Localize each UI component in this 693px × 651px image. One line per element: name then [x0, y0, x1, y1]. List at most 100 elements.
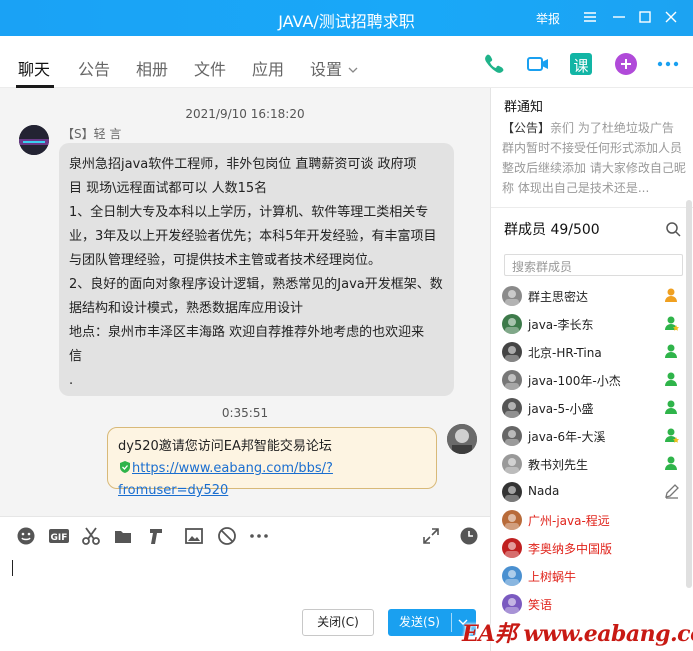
invite-link[interactable]: https://www.eabang.com/bbs/?fromuser=dy5…	[118, 461, 333, 498]
member-item[interactable]: 李奥纳多中国版	[502, 536, 692, 562]
minimize-icon[interactable]	[608, 6, 630, 28]
member-avatar[interactable]	[502, 538, 522, 558]
admin-badge-icon	[665, 428, 679, 443]
more-tools-icon[interactable]	[249, 526, 269, 546]
message-timestamp: 0:35:51	[221, 406, 269, 420]
member-name: 笑语	[528, 598, 553, 612]
lesson-icon[interactable]: 课	[570, 53, 592, 75]
message-line: 目 现场\远程面试都可以 人数15名	[69, 181, 268, 196]
scrollbar[interactable]	[686, 200, 692, 588]
member-name: 上树蜗牛	[528, 570, 577, 584]
member-item[interactable]: 教书刘先生	[502, 452, 692, 478]
tab-chat[interactable]: 聊天	[18, 56, 50, 80]
more-icon[interactable]	[655, 51, 681, 77]
maximize-icon[interactable]	[634, 6, 656, 28]
input-toolbar: GIF	[0, 516, 490, 556]
member-item[interactable]: java-100年-小杰	[502, 368, 692, 394]
avatar[interactable]	[19, 125, 49, 155]
member-item[interactable]: 上树蜗牛	[502, 564, 692, 590]
member-avatar[interactable]	[502, 314, 522, 334]
member-name: 广州-java-程远	[528, 514, 610, 528]
sender-name: 【S】轻 言	[62, 127, 122, 141]
send-button-label: 发送(S)	[399, 615, 440, 629]
member-item[interactable]: 北京-HR-Tina	[502, 340, 692, 366]
report-button[interactable]: 举报	[536, 10, 560, 27]
video-icon[interactable]	[525, 51, 551, 77]
message-line: 泉州急招java软件工程师，非外包岗位 直聘薪资可谈 政府项	[69, 157, 417, 172]
member-name: java-李长东	[528, 318, 594, 332]
text-caret	[12, 560, 13, 576]
member-avatar[interactable]	[502, 370, 522, 390]
member-name: Nada	[528, 484, 560, 498]
tab-settings[interactable]: 设置	[310, 56, 359, 80]
group-notice-body[interactable]: 【公告】亲们 为了杜绝垃圾广告 群内暂时不接受任何形式添加人员 整改后继续添加 …	[502, 118, 687, 198]
shield-icon	[120, 461, 130, 473]
tab-bar: 聊天 公告 相册 文件 应用 设置 课	[0, 36, 693, 88]
message-line: 信	[69, 349, 83, 364]
message-input[interactable]: 关闭(C) 发送(S)	[0, 556, 490, 651]
owner-badge-icon	[665, 288, 677, 302]
member-avatar[interactable]	[502, 286, 522, 306]
tab-apps[interactable]: 应用	[252, 56, 284, 80]
watermark: EA邦 www.eabang.com	[462, 621, 693, 647]
member-item[interactable]: java-6年-大溪	[502, 424, 692, 450]
tab-album[interactable]: 相册	[136, 56, 168, 80]
image-icon[interactable]	[184, 526, 204, 546]
members-title: 群成员 49/500	[504, 222, 600, 238]
message-line: 业，3年及以上开发经验者优先；本科5年开发经验，有丰富项目	[69, 229, 437, 244]
message-line: 地点：泉州市丰泽区丰海路 欢迎自荐推荐外地考虑的也欢迎来	[69, 325, 425, 340]
scissors-icon[interactable]	[81, 526, 101, 546]
music-icon[interactable]	[146, 526, 166, 546]
member-name: java-6年-大溪	[528, 430, 606, 444]
member-avatar[interactable]	[502, 482, 522, 502]
divider	[491, 207, 693, 208]
self-message-bubble: dy520邀请您访问EA邦智能交易论坛 https://www.eabang.c…	[107, 427, 437, 498]
member-item[interactable]: 广州-java-程远	[502, 508, 692, 534]
member-avatar[interactable]	[502, 398, 522, 418]
member-name: 群主思密达	[528, 290, 589, 304]
message-line: 据结构和设计模式，熟悉数据库应用设计	[69, 301, 304, 316]
member-avatar[interactable]	[502, 594, 522, 614]
close-button[interactable]: 关闭(C)	[302, 609, 374, 636]
self-avatar[interactable]	[447, 424, 477, 454]
block-icon[interactable]	[217, 526, 237, 546]
member-item[interactable]: Nada	[502, 480, 692, 506]
group-notice-title: 群通知	[504, 100, 544, 115]
message-timestamp: 2021/9/10 16:18:20	[185, 107, 305, 121]
close-icon[interactable]	[660, 6, 682, 28]
gif-icon[interactable]: GIF	[48, 526, 70, 546]
emoji-icon[interactable]	[16, 526, 36, 546]
avatar-image	[447, 424, 477, 454]
chat-history[interactable]: 2021/9/10 16:18:20 【S】轻 言 泉州急招java软件工程师，…	[0, 88, 490, 516]
member-name: 李奥纳多中国版	[528, 542, 613, 556]
send-divider	[451, 613, 452, 632]
member-avatar[interactable]	[502, 342, 522, 362]
search-icon[interactable]	[665, 221, 681, 237]
chevron-down-icon	[348, 67, 358, 73]
add-icon[interactable]	[613, 51, 639, 77]
member-avatar[interactable]	[502, 566, 522, 586]
tab-announcement[interactable]: 公告	[78, 56, 110, 80]
svg-text:GIF: GIF	[51, 533, 68, 543]
member-item[interactable]: 群主思密达	[502, 284, 692, 310]
member-item[interactable]: 笑语	[502, 592, 692, 618]
member-search-input[interactable]: 搜索群成员	[504, 254, 683, 276]
member-item[interactable]: java-5-小盛	[502, 396, 692, 422]
message-line: 与团队管理经验，可提供技术主管或者技术经理岗位。	[69, 253, 382, 268]
avatar-image	[19, 125, 49, 155]
member-badge-icon	[665, 344, 677, 358]
message-line: 1、全日制大专及本科以上学历，计算机、软件等理工类相关专	[69, 205, 429, 220]
expand-icon[interactable]	[421, 526, 441, 546]
member-avatar[interactable]	[502, 510, 522, 530]
member-badge-icon	[665, 372, 677, 386]
message-bubble: 泉州急招java软件工程师，非外包岗位 直聘薪资可谈 政府项 目 现场\远程面试…	[59, 143, 454, 396]
tab-files[interactable]: 文件	[194, 56, 226, 80]
member-item[interactable]: java-李长东	[502, 312, 692, 338]
member-avatar[interactable]	[502, 426, 522, 446]
menu-icon[interactable]	[579, 6, 601, 28]
phone-icon[interactable]	[481, 51, 507, 77]
history-clock-icon[interactable]	[459, 526, 479, 546]
folder-icon[interactable]	[113, 526, 133, 546]
member-badge-icon	[665, 400, 677, 414]
member-avatar[interactable]	[502, 454, 522, 474]
